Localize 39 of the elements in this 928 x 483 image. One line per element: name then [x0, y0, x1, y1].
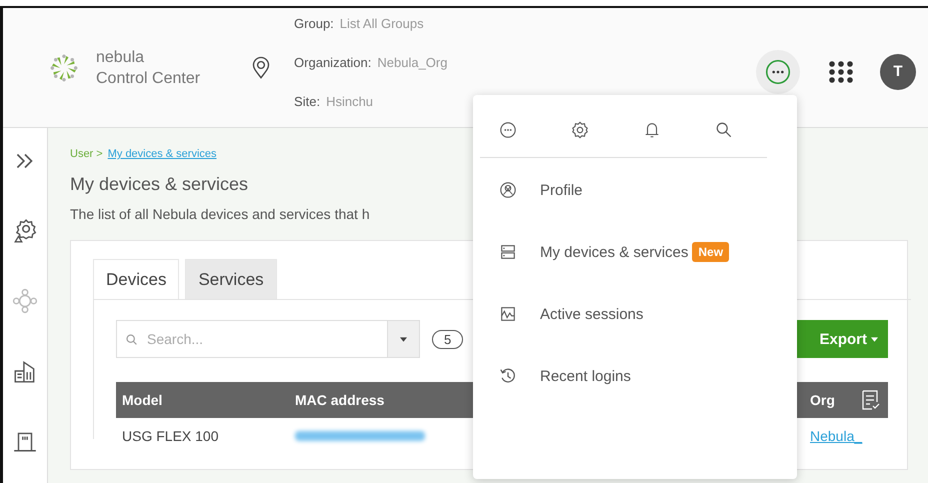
- brand-name: nebula: [96, 48, 146, 68]
- logo-icon: [49, 52, 79, 82]
- tab[interactable]: Services: [185, 259, 277, 299]
- profile-icon: [499, 181, 517, 199]
- search-field[interactable]: Search...: [116, 320, 388, 358]
- user-avatar[interactable]: T: [880, 54, 916, 90]
- menu-label: My devices & services: [540, 244, 688, 260]
- menu-label: Active sessions: [540, 306, 644, 322]
- caret-icon: [400, 336, 407, 342]
- brand-subtitle: Control Center: [96, 68, 200, 88]
- column-header[interactable]: MAC address: [295, 392, 470, 408]
- column-header[interactable]: Org: [810, 392, 860, 408]
- column-settings-icon[interactable]: [860, 389, 880, 411]
- menu-item[interactable]: Profile: [473, 160, 797, 220]
- scope-label: Site:: [294, 94, 320, 109]
- search-icon[interactable]: [715, 121, 733, 139]
- tab[interactable]: Devices: [93, 259, 180, 299]
- page-description: The list of all Nebula devices and services that h: [70, 206, 370, 222]
- server-icon: [499, 243, 517, 261]
- page-title: My devices & services: [70, 174, 248, 195]
- location-pin-icon: [252, 56, 270, 80]
- menu-item[interactable]: My devices & services New: [473, 222, 797, 282]
- menu-label: Profile: [540, 182, 583, 198]
- scope-label: Group:: [294, 16, 334, 31]
- table-cell-text: USG FLEX 100: [121, 428, 220, 444]
- search-icon: [125, 333, 138, 346]
- activity-icon: [499, 305, 517, 323]
- menu-label: Recent logins: [540, 368, 631, 384]
- column-header[interactable]: Model: [116, 392, 295, 408]
- settings-icon[interactable]: [571, 121, 589, 139]
- bell-icon[interactable]: [643, 121, 661, 139]
- more-button[interactable]: [765, 58, 791, 84]
- more-icon[interactable]: [499, 121, 517, 139]
- history-icon: [499, 367, 517, 385]
- gear-icon[interactable]: [12, 218, 38, 244]
- new-badge: New: [692, 242, 730, 262]
- caret-icon: [871, 336, 878, 342]
- scope-label: Organization:: [294, 55, 372, 70]
- count-pill: 5: [432, 330, 464, 348]
